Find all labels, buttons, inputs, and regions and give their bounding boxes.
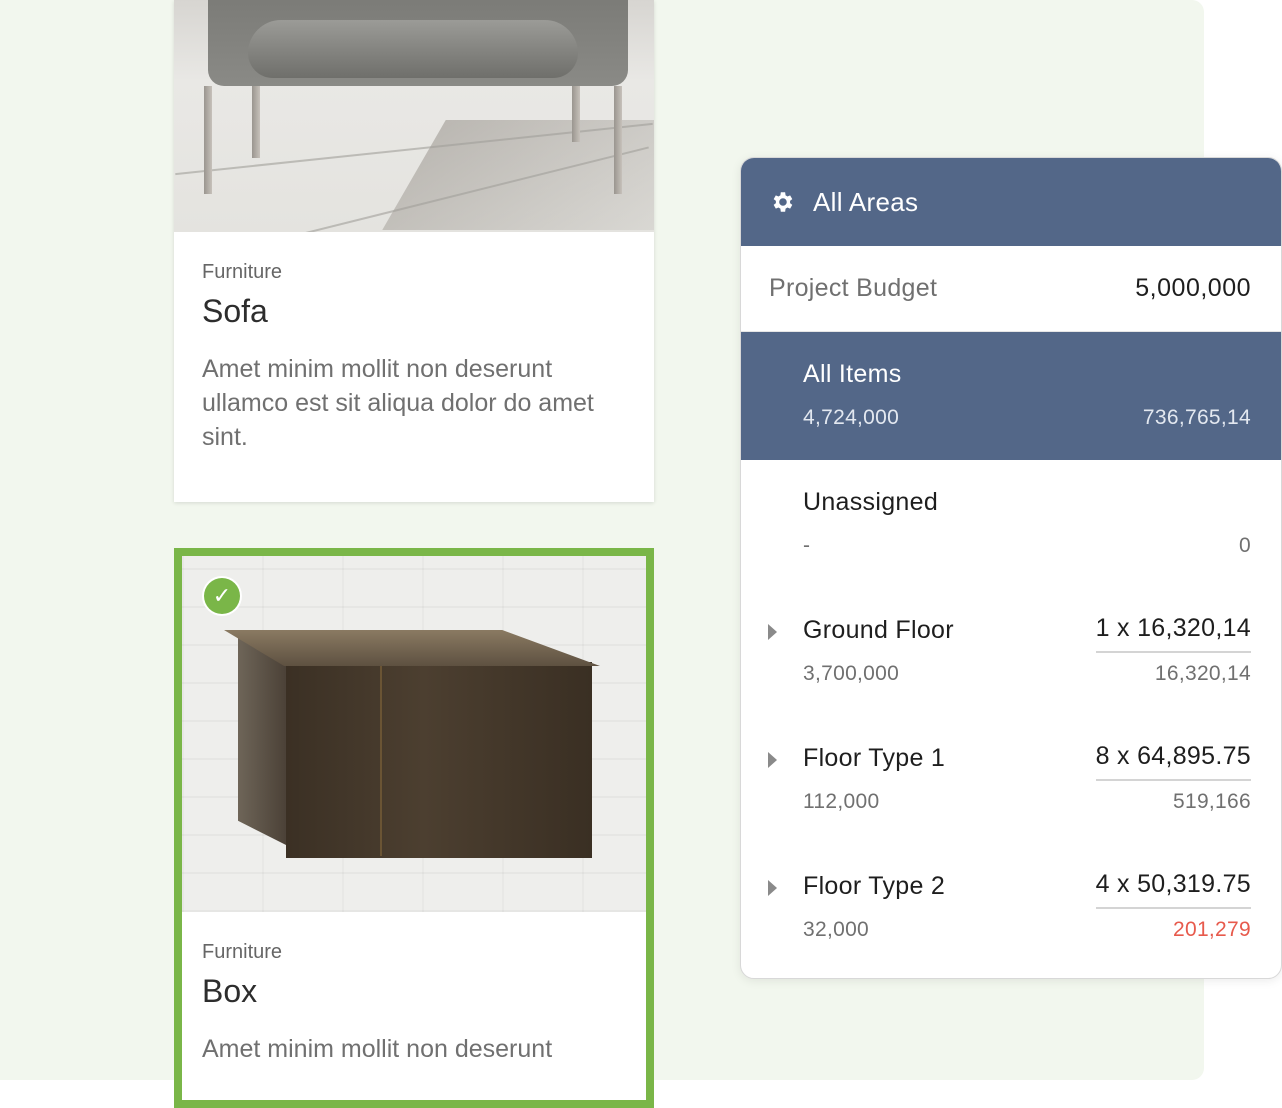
card-category: Furniture (202, 261, 283, 283)
gear-icon[interactable] (769, 189, 795, 215)
area-budget: 112,000 (803, 790, 880, 813)
area-budget: 32,000 (803, 918, 870, 941)
area-row-unassigned[interactable]: Unassigned - 0 (741, 460, 1281, 588)
panel-title: All Areas (813, 186, 919, 217)
expand-caret-icon[interactable] (768, 752, 777, 768)
card-title: Box (202, 973, 258, 1009)
area-name: Floor Type 1 (803, 744, 946, 772)
area-quantity: 4 x 50,319.75 (1095, 870, 1251, 909)
card-description: Amet minim mollit non deserunt (202, 1035, 553, 1063)
product-card-sofa[interactable]: Furniture Sofa Amet minim mollit non des… (174, 0, 654, 502)
mailbox-photo: ✓ (182, 556, 646, 912)
area-row-all-items[interactable]: All Items 4,724,000 736,765,14 (741, 332, 1281, 460)
armchair-photo (174, 0, 654, 232)
area-name: All Items (803, 360, 902, 388)
card-description: Amet minim mollit non deserunt ullamco e… (202, 355, 594, 451)
card-title: Sofa (202, 293, 268, 329)
area-row-floor-type-2[interactable]: Floor Type 2 4 x 50,319.75 32,000 201,27… (741, 844, 1281, 972)
expand-caret-icon[interactable] (768, 880, 777, 896)
area-name: Ground Floor (803, 616, 954, 644)
area-quantity: 1 x 16,320,14 (1095, 614, 1251, 653)
budget-value: 5,000,000 (1135, 274, 1251, 302)
area-name: Unassigned (803, 488, 939, 516)
area-quantity: 8 x 64,895.75 (1095, 742, 1251, 781)
product-card-box[interactable]: ✓ Furniture Box Amet minim mollit non de… (174, 548, 654, 1108)
area-row-floor-type-1[interactable]: Floor Type 1 8 x 64,895.75 112,000 519,1… (741, 716, 1281, 844)
area-total: 736,765,14 (1142, 406, 1251, 429)
check-icon[interactable]: ✓ (204, 578, 240, 614)
panel-header[interactable]: All Areas (741, 158, 1281, 246)
area-total: 16,320,14 (1154, 662, 1251, 685)
area-name: Floor Type 2 (803, 872, 946, 900)
budget-label: Project Budget (769, 274, 938, 302)
area-budget: 3,700,000 (803, 662, 900, 685)
area-row-ground-floor[interactable]: Ground Floor 1 x 16,320,14 3,700,000 16,… (741, 588, 1281, 716)
project-budget-row: Project Budget 5,000,000 (741, 246, 1281, 332)
card-category: Furniture (202, 941, 283, 963)
area-total: 0 (1239, 534, 1251, 557)
areas-panel: All Areas Project Budget 5,000,000 All I… (740, 157, 1282, 979)
area-total-over-budget: 201,279 (1172, 918, 1251, 941)
area-budget: - (803, 534, 811, 557)
area-budget: 4,724,000 (803, 406, 900, 429)
expand-caret-icon[interactable] (768, 624, 777, 640)
area-total: 519,166 (1172, 790, 1251, 813)
